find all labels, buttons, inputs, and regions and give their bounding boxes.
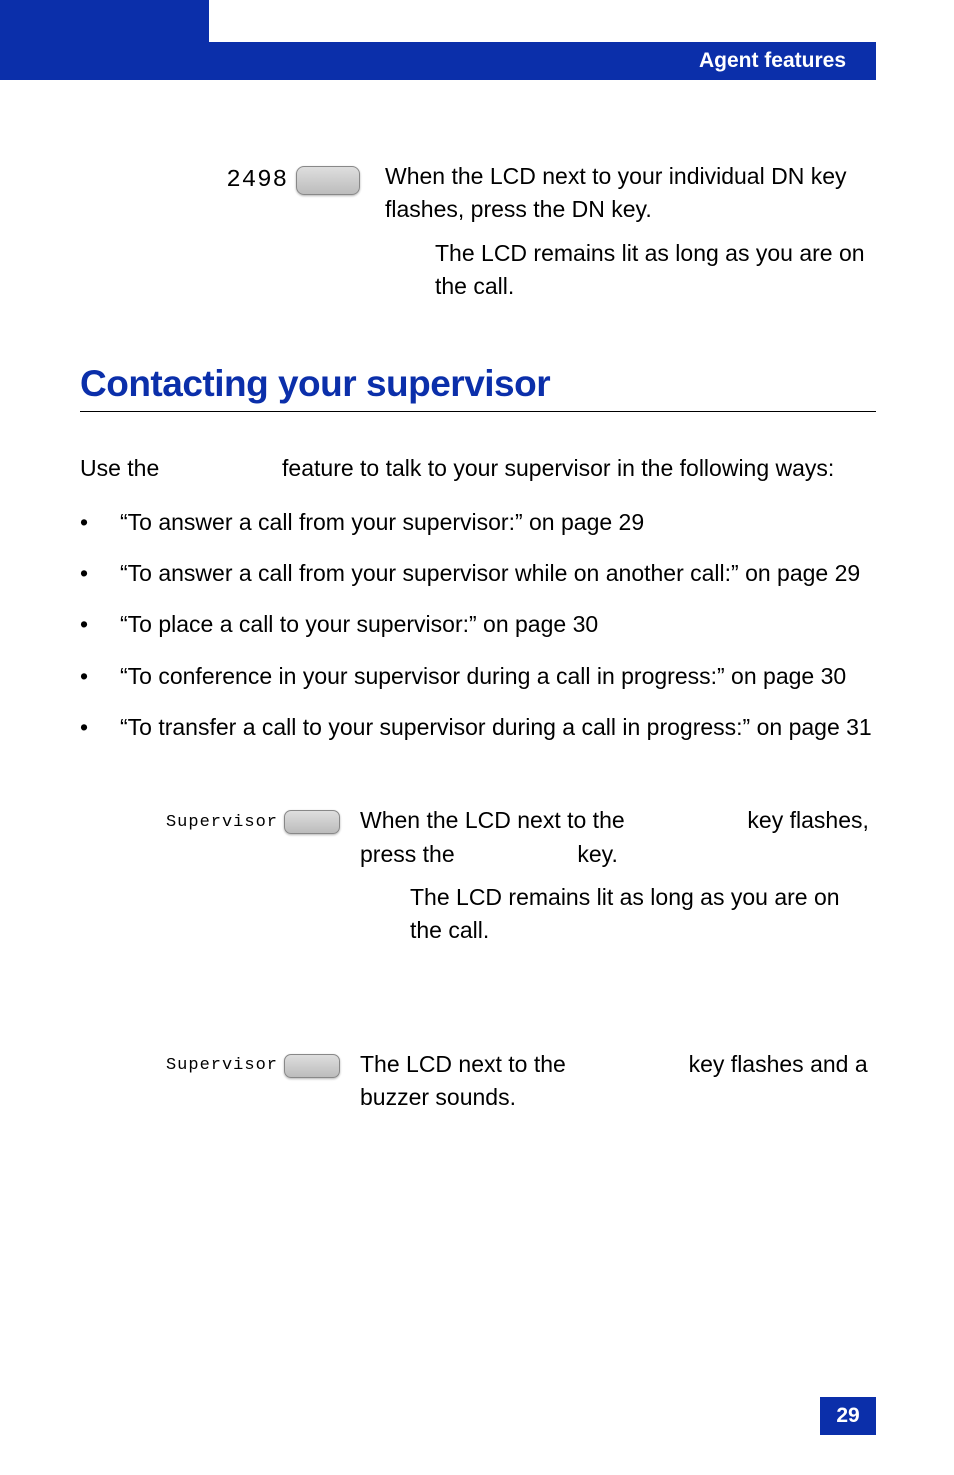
key-label-supervisor: Supervisor: [166, 1056, 278, 1075]
step-dn-key: 2498 When the LCD next to your individua…: [80, 160, 876, 303]
spacer: [80, 988, 876, 1048]
step-text: The LCD next to the key flashes and a bu…: [360, 1048, 876, 1115]
toc-item: “To transfer a call to your supervisor d…: [80, 711, 876, 744]
toc-item: “To answer a call from your supervisor w…: [80, 557, 876, 590]
page: Agent features 2498 When the LCD next to…: [0, 0, 954, 1475]
toc-item: “To place a call to your supervisor:” on…: [80, 608, 876, 641]
header-title: Agent features: [699, 49, 846, 73]
side-bar: [0, 0, 209, 80]
intro-post: feature to talk to your supervisor in th…: [276, 455, 835, 481]
step-supervisor-answer: Supervisor When the LCD next to the key …: [80, 804, 876, 947]
step-instruction: The LCD next to the key flashes and a bu…: [360, 1048, 876, 1115]
page-number-value: 29: [836, 1404, 859, 1428]
header-bar: Agent features: [209, 42, 876, 80]
toc-list: “To answer a call from your supervisor:”…: [80, 506, 876, 745]
step-instruction: When the LCD next to your individual DN …: [385, 160, 876, 227]
step-text: When the LCD next to your individual DN …: [385, 160, 876, 303]
key-col: Supervisor: [80, 1048, 360, 1078]
toc-item: “To conference in your supervisor during…: [80, 660, 876, 693]
key-col: Supervisor: [80, 804, 360, 834]
soft-key-icon: [296, 166, 360, 195]
step-instruction: When the LCD next to the key flashes, pr…: [360, 804, 876, 871]
key-label-supervisor: Supervisor: [166, 813, 278, 832]
key-label-dn: 2498: [226, 167, 288, 194]
page-number: 29: [820, 1397, 876, 1435]
step-note: The LCD remains lit as long as you are o…: [360, 881, 876, 948]
step-note: The LCD remains lit as long as you are o…: [385, 237, 876, 304]
text-part: When the LCD next to the: [360, 807, 631, 833]
soft-key-icon: [284, 810, 340, 834]
intro-pre: Use the: [80, 455, 166, 481]
section-heading: Contacting your supervisor: [80, 363, 876, 412]
text-part: The LCD next to the: [360, 1051, 572, 1077]
key-col: 2498: [80, 160, 385, 195]
toc-item: “To answer a call from your supervisor:”…: [80, 506, 876, 539]
step-supervisor-flash: Supervisor The LCD next to the key flash…: [80, 1048, 876, 1115]
step-text: When the LCD next to the key flashes, pr…: [360, 804, 876, 947]
soft-key-icon: [284, 1054, 340, 1078]
text-part: key.: [571, 841, 618, 867]
intro-paragraph: Use the feature to talk to your supervis…: [80, 452, 876, 485]
content-area: 2498 When the LCD next to your individua…: [80, 160, 876, 1155]
